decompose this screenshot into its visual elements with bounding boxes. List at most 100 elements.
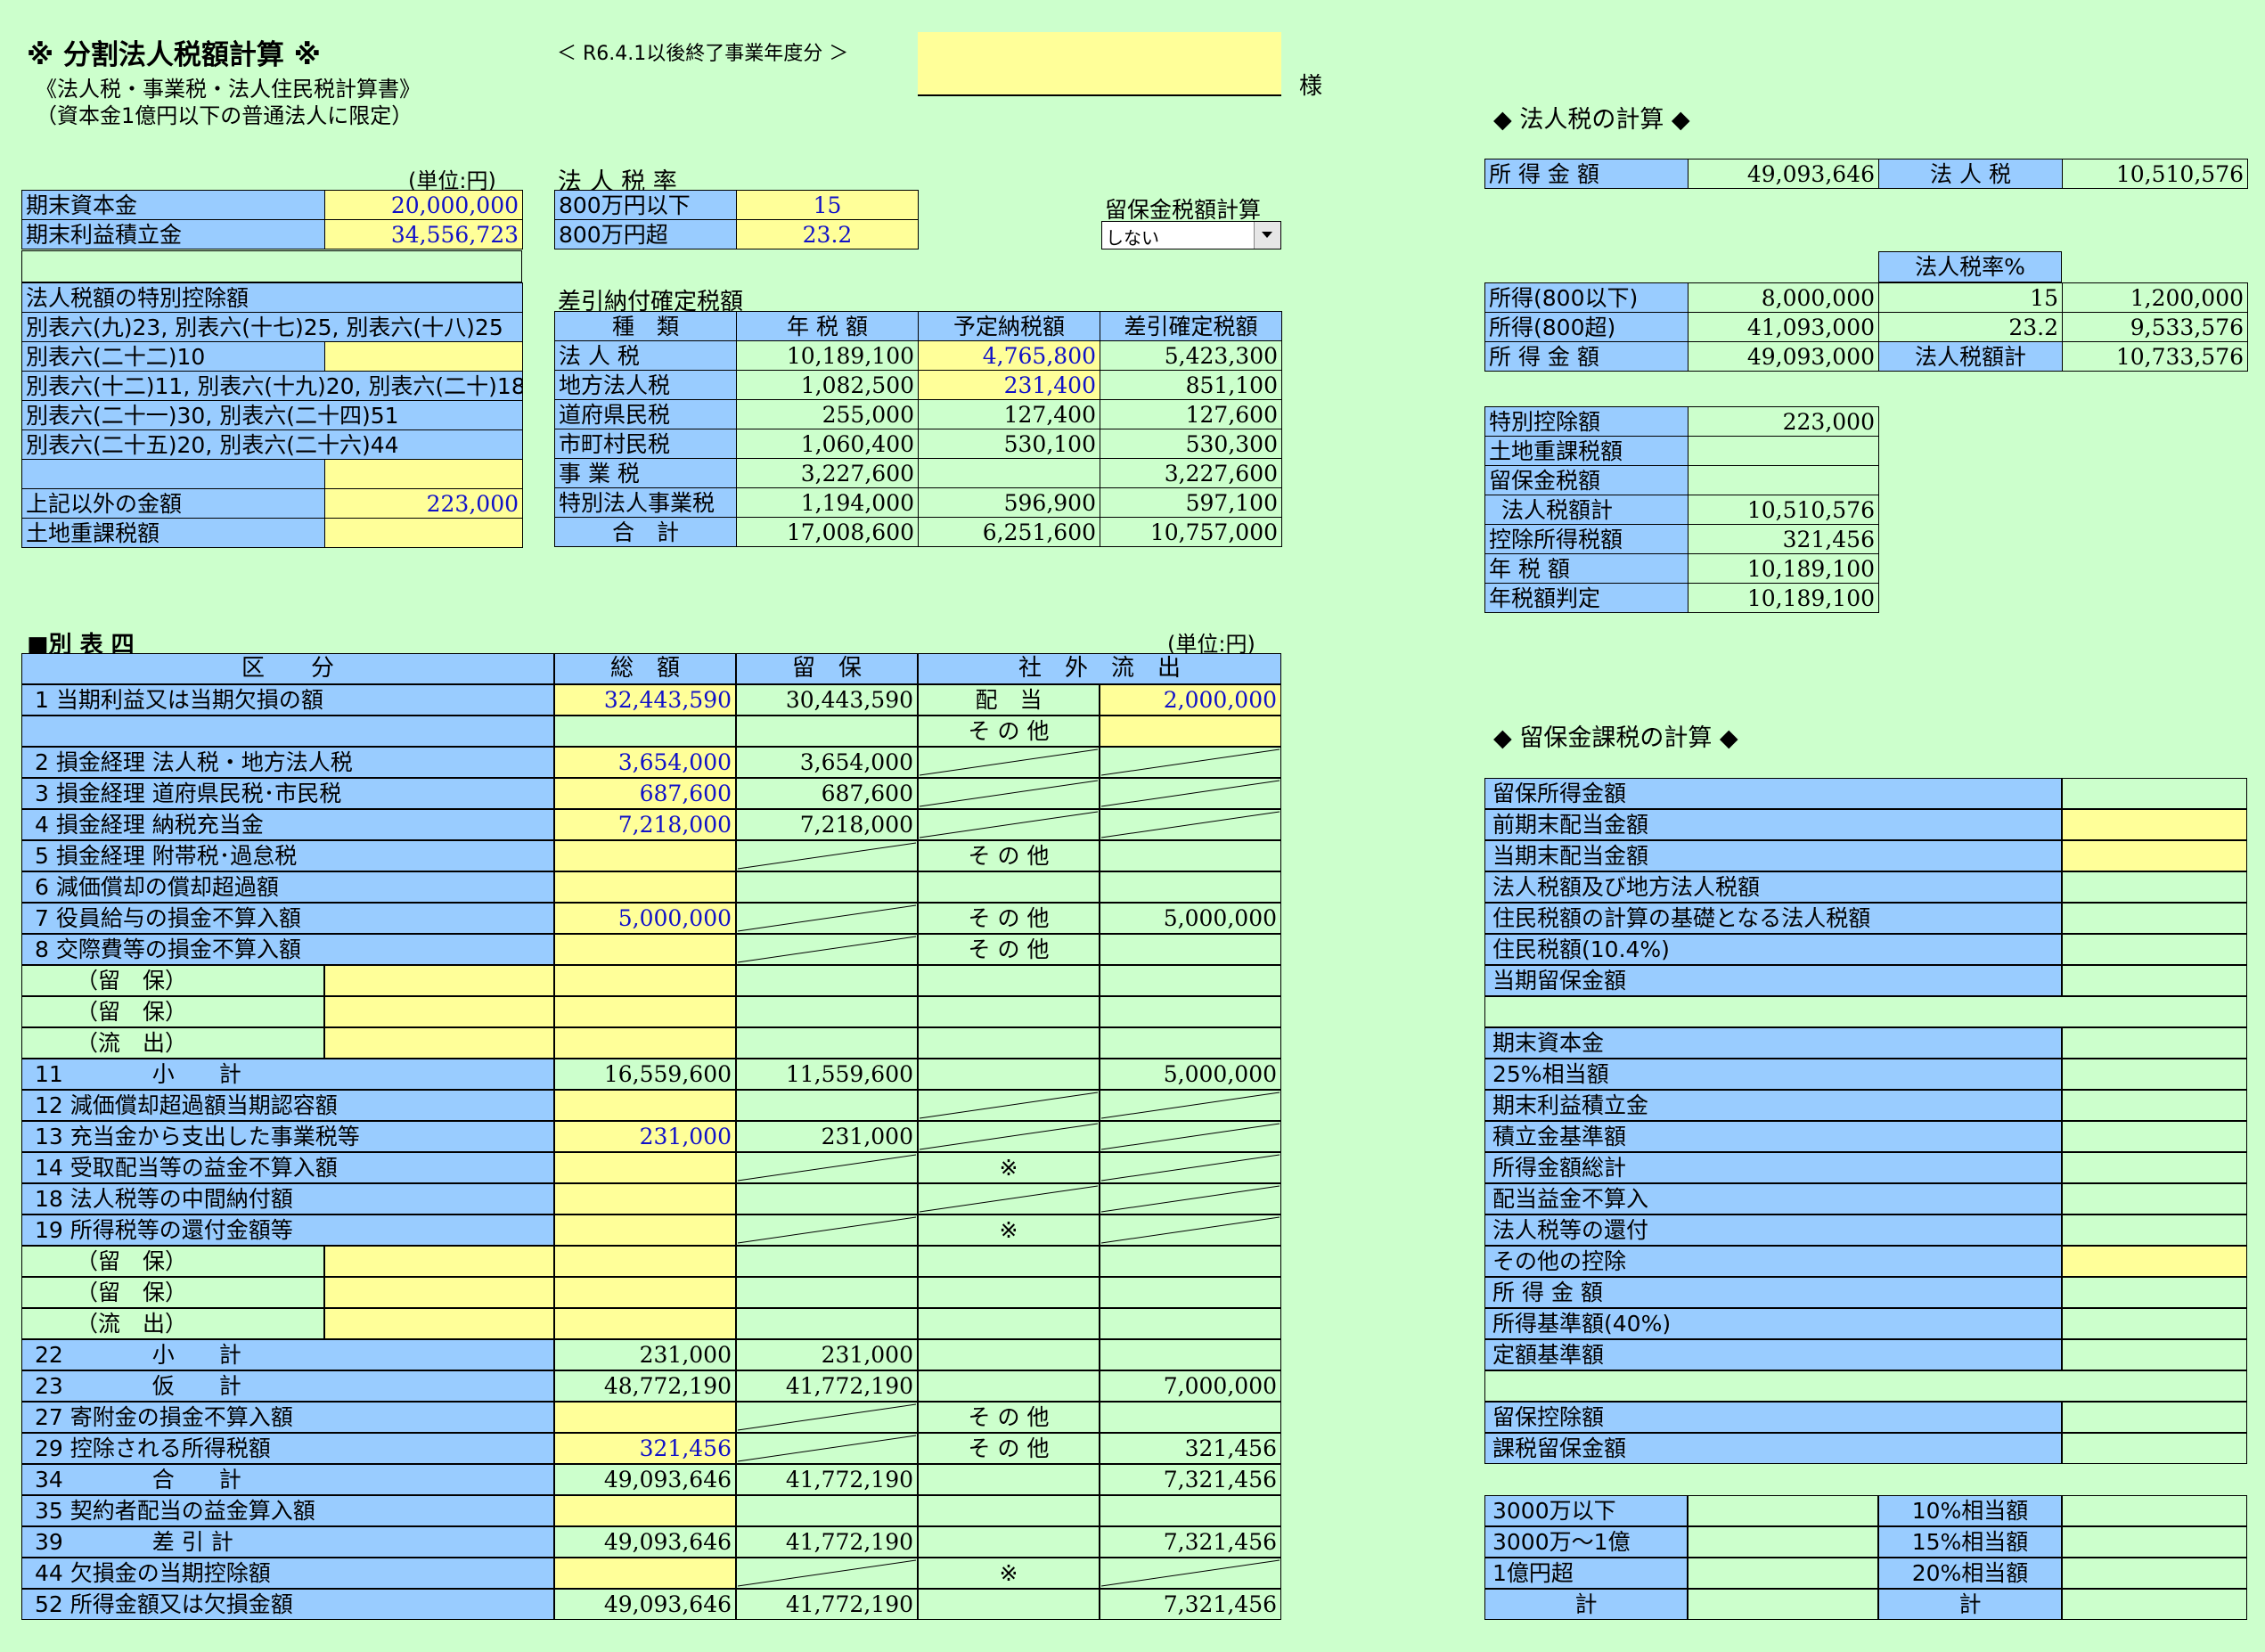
retained-input[interactable] xyxy=(2062,1246,2247,1277)
summary-label: 留保金税額 xyxy=(1484,465,1689,495)
annual-tax: 255,000 xyxy=(736,399,919,429)
outflow-value xyxy=(1100,778,1281,809)
deduction-input[interactable] xyxy=(323,341,524,372)
total-input[interactable] xyxy=(554,934,736,965)
row-label: 14 受取配当等の益金不算入額 xyxy=(21,1152,554,1183)
total-input[interactable]: 3,654,000 xyxy=(554,747,736,778)
prepaid-tax-input[interactable]: 231,400 xyxy=(918,370,1100,400)
outflow-value xyxy=(1100,1558,1281,1589)
outflow-value xyxy=(1100,1308,1281,1339)
retained-calc-select[interactable]: しない xyxy=(1101,221,1281,249)
deduction-input[interactable] xyxy=(323,459,524,489)
retained-value xyxy=(2062,1433,2247,1464)
row-label: 4 損金経理 納税充当金 xyxy=(21,809,554,840)
total-input[interactable] xyxy=(554,871,736,903)
total-input[interactable] xyxy=(554,1495,736,1526)
retained-value: 41,772,190 xyxy=(736,1526,918,1558)
total-input[interactable] xyxy=(554,1214,736,1246)
total-input[interactable] xyxy=(554,1152,736,1183)
total-input[interactable] xyxy=(554,1027,736,1059)
outflow-value xyxy=(1100,840,1281,871)
chevron-down-icon[interactable] xyxy=(1254,222,1280,249)
retained-row-label: 法人税等の還付 xyxy=(1484,1214,2062,1246)
total-input[interactable] xyxy=(554,965,736,996)
retained-input[interactable] xyxy=(2062,809,2247,840)
summary-value: 223,000 xyxy=(1688,406,1879,437)
retained-earnings-input[interactable]: 34,556,723 xyxy=(324,219,523,249)
total-input[interactable]: 5,000,000 xyxy=(554,903,736,934)
rate-input-low[interactable]: 15 xyxy=(736,190,919,220)
retained-tax-calc-title: ◆ 留保金課税の計算 ◆ xyxy=(1493,724,1738,752)
rate-input-high[interactable]: 23.2 xyxy=(736,219,919,249)
spacer-row xyxy=(21,250,522,282)
outflow-kind xyxy=(918,965,1100,996)
retained-value xyxy=(736,840,918,871)
retained-value xyxy=(736,1246,918,1277)
sub-row-input[interactable] xyxy=(324,965,554,996)
outflow-kind xyxy=(918,1027,1100,1059)
total-input[interactable] xyxy=(554,1402,736,1433)
row-label: 29 控除される所得税額 xyxy=(21,1433,554,1464)
total-input[interactable] xyxy=(554,840,736,871)
retained-value: 11,559,600 xyxy=(736,1059,918,1090)
fiscal-period-label: ＜ R6.4.1以後終了事業年度分 ＞ xyxy=(557,43,849,65)
total-input[interactable] xyxy=(554,1308,736,1339)
net-tax-total: 10,757,000 xyxy=(1100,517,1282,547)
total-input[interactable] xyxy=(554,1558,736,1589)
total-input[interactable]: 32,443,590 xyxy=(554,684,736,716)
spacer-row xyxy=(1484,1370,2247,1402)
row-label: 8 交際費等の損金不算入額 xyxy=(21,934,554,965)
bracket-tax xyxy=(2062,1495,2247,1526)
retained-earnings-label: 期末利益積立金 xyxy=(21,219,325,249)
sub-row-input[interactable] xyxy=(324,996,554,1027)
row-label: 35 契約者配当の益金算入額 xyxy=(21,1495,554,1526)
company-name-input[interactable] xyxy=(918,32,1281,96)
total-input[interactable]: 231,000 xyxy=(554,1121,736,1152)
sub-row-input[interactable] xyxy=(324,1027,554,1059)
bracket-tax xyxy=(2062,1558,2247,1589)
retained-value: 41,772,190 xyxy=(736,1464,918,1495)
row-label: 1 当期利益又は当期欠損の額 xyxy=(21,684,554,716)
sub-row-label: （留 保） xyxy=(21,1277,324,1308)
row-label: 2 損金経理 法人税・地方法人税 xyxy=(21,747,554,778)
tax-type: 法 人 税 xyxy=(554,340,737,371)
total-input[interactable] xyxy=(554,1246,736,1277)
total-input[interactable]: 321,456 xyxy=(554,1433,736,1464)
sub-row-input[interactable] xyxy=(324,1308,554,1339)
sub-row-input[interactable] xyxy=(324,1246,554,1277)
retained-value xyxy=(2062,778,2247,809)
outflow-kind xyxy=(918,1183,1100,1214)
total-input[interactable] xyxy=(554,1277,736,1308)
land-tax-input[interactable] xyxy=(323,518,524,548)
total-input[interactable]: 7,218,000 xyxy=(554,809,736,840)
total-input[interactable]: 687,600 xyxy=(554,778,736,809)
outflow-input[interactable] xyxy=(1100,716,1281,747)
rate-label-low: 800万円以下 xyxy=(554,190,737,220)
retained-value xyxy=(736,1027,918,1059)
total-input[interactable] xyxy=(554,1183,736,1214)
retained-value xyxy=(736,1277,918,1308)
retained-row-label: 住民税額の計算の基礎となる法人税額 xyxy=(1484,903,2062,934)
sub-row-input[interactable] xyxy=(324,1277,554,1308)
retained-row-label: 当期留保金額 xyxy=(1484,965,2062,996)
total-input[interactable] xyxy=(554,996,736,1027)
net-tax: 5,423,300 xyxy=(1100,340,1282,371)
other-deduction-input[interactable]: 223,000 xyxy=(323,488,524,519)
tax-type: 道府県民税 xyxy=(554,399,737,429)
outflow-input[interactable]: 2,000,000 xyxy=(1100,684,1281,716)
corp-tax-total-label: 法人税額計 xyxy=(1878,341,2063,372)
sub-row-label: （流 出） xyxy=(21,1308,324,1339)
retained-input[interactable] xyxy=(2062,840,2247,871)
sub-row-label: （留 保） xyxy=(21,965,324,996)
row-label: 7 役員給与の損金不算入額 xyxy=(21,903,554,934)
outflow-value xyxy=(1100,1121,1281,1152)
prepaid-tax-input[interactable]: 4,765,800 xyxy=(918,340,1100,371)
row-label: 27 寄附金の損金不算入額 xyxy=(21,1402,554,1433)
retained-value xyxy=(736,871,918,903)
retained-value xyxy=(736,1152,918,1183)
row-label: 23 仮 計 xyxy=(21,1370,554,1402)
capital-input[interactable]: 20,000,000 xyxy=(324,190,523,220)
retained-row-label: 所 得 金 額 xyxy=(1484,1277,2062,1308)
total-input[interactable] xyxy=(554,1090,736,1121)
outflow-kind xyxy=(918,778,1100,809)
